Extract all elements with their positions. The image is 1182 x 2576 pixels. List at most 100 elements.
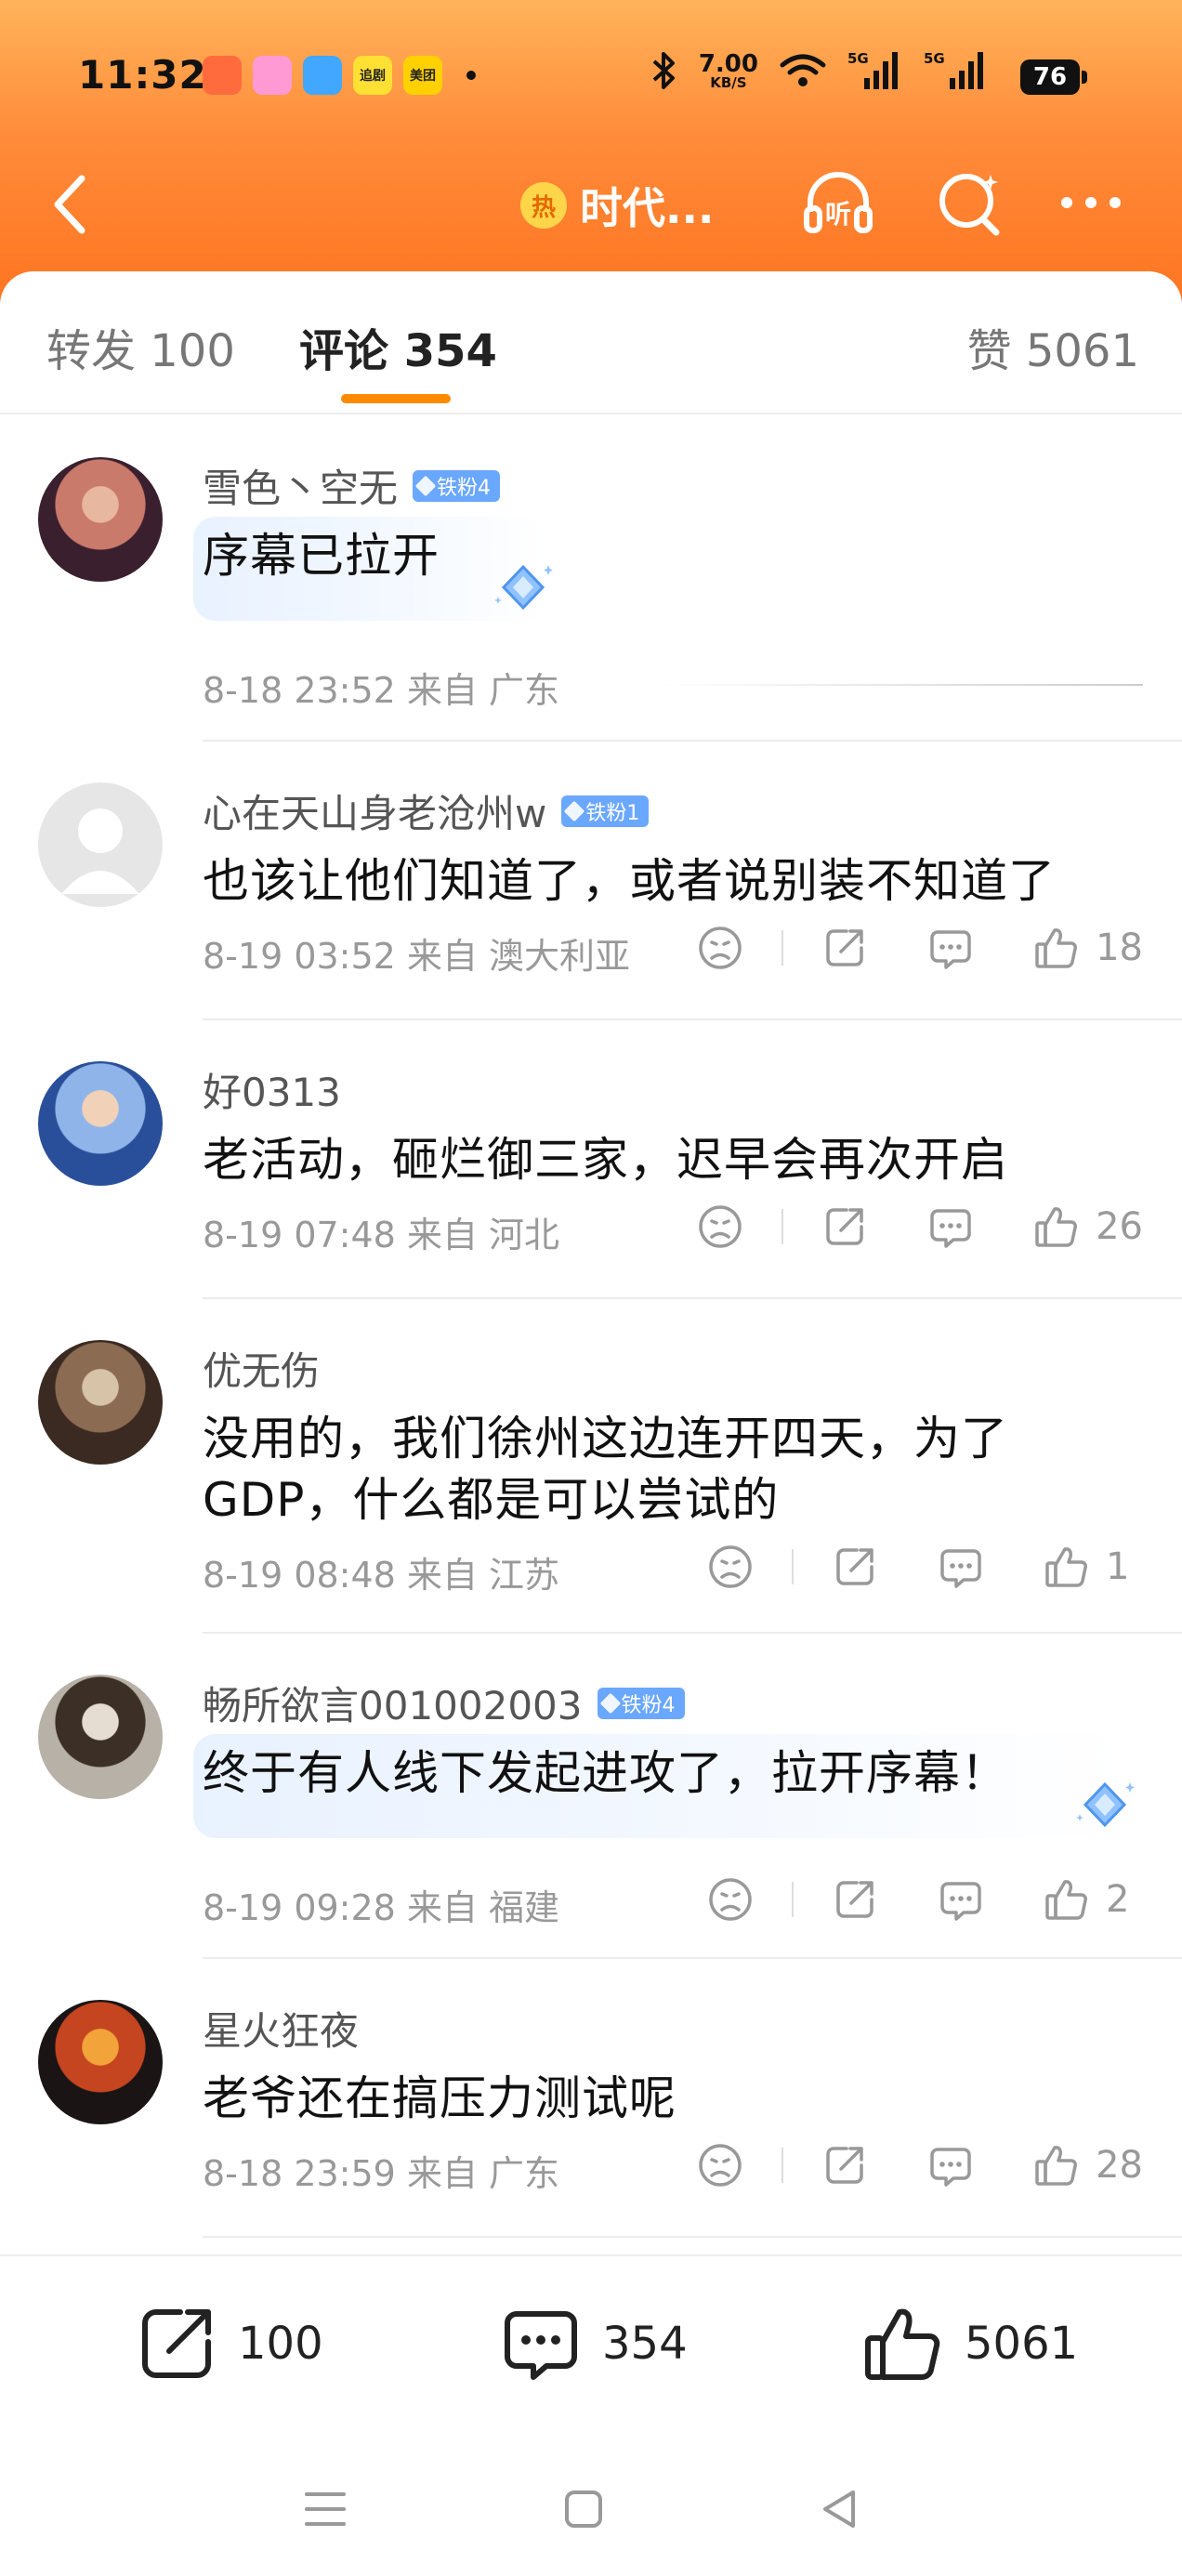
signal-1-icon: 5G [847,50,900,91]
comment-time: 8-19 07:48 [203,1215,396,1255]
fan-badge-label: 铁粉1 [585,801,640,825]
battery-indicator: 76 [1020,59,1087,95]
action-separator [792,1549,794,1584]
status-time: 11:32 [78,52,207,98]
avatar[interactable] [38,1675,163,1799]
fan-badge-label: 铁粉4 [621,1693,676,1717]
comment-like-count: 1 [1106,1545,1130,1588]
comment-item[interactable]: 好0313 老活动，砸烂御三家，迟早会再次开启 8-19 07:48 来自 河北 26 [38,1020,1182,1299]
topic-title[interactable]: 热 时代... [520,175,714,236]
comment-location: 来自 河北 [406,1215,560,1255]
dislike-face-icon[interactable] [696,1203,744,1251]
comment-header: 星火狂夜 [203,2000,359,2057]
thumbs-up-icon[interactable] [1043,1543,1091,1591]
comment-item[interactable]: 畅所欲言001002003 铁粉4 终于有人线下发起进攻了，拉开序幕！ 8-19 09… [38,1634,1182,1959]
thumbs-up-icon[interactable] [1032,1203,1081,1251]
avatar[interactable] [38,1061,163,1186]
comment-item[interactable]: 优无伤 没用的，我们徐州这边连开四天，为了 GDP，什么都是可以尝试的 8-19 08… [38,1299,1182,1634]
back-triangle-icon[interactable] [814,2483,866,2535]
app-icon-4: 追剧 [353,56,392,95]
username[interactable]: 好0313 [203,1061,341,1118]
repost-button[interactable]: 100 [132,2299,323,2388]
comment-item[interactable]: 心在天山身老沧州w 铁粉1 也该让他们知道了，或者说别装不知道了 8-19 03:52… [38,742,1182,1020]
avatar[interactable] [38,1340,163,1465]
comment-location: 来自 澳大利亚 [406,936,631,977]
repost-count: 100 [238,2318,323,2370]
like-count: 5061 [965,2318,1079,2370]
comment-header: 好0313 [203,1061,341,1118]
comment-actions: 28 [696,2141,1143,2189]
dislike-face-icon[interactable] [706,1543,755,1591]
comment-text: GDP，什么都是可以尝试的 [203,1473,780,1527]
tab-comments[interactable]: 评论 354 [299,314,497,379]
thumbs-up-icon[interactable] [1043,1875,1091,1924]
comment-actions: 1 [706,1543,1143,1591]
wifi-icon [780,54,826,86]
fan-badge: 铁粉4 [413,469,501,502]
comment-text: 也该让他们知道了，或者说别装不知道了 [203,854,1056,908]
comment-icon [505,2311,577,2380]
more-notifications-dot [466,71,476,80]
comment-icon[interactable] [926,2141,975,2189]
share-icon[interactable] [831,1875,879,1924]
comment-icon[interactable] [937,1875,985,1924]
fan-badge: 铁粉4 [597,1687,685,1719]
comment-location: 来自 广东 [406,670,560,711]
search-icon[interactable] [933,165,1007,240]
content-card: 转发 100 评论 354 赞 5061 雪色丶空无 铁粉4 序幕已拉开 8-18 2… [0,271,1182,2576]
system-nav-bar [0,2435,1182,2576]
thumbs-up-icon[interactable] [1032,2141,1081,2189]
share-icon [142,2309,211,2378]
comment-meta: 8-19 07:48 来自 河北 [203,1206,559,1257]
comment-meta: 8-19 03:52 来自 澳大利亚 [203,927,630,979]
dislike-face-icon[interactable] [696,2141,744,2189]
comment-icon[interactable] [926,924,975,972]
back-arrow-icon[interactable] [41,169,106,240]
comment-item[interactable]: 雪色丶空无 铁粉4 序幕已拉开 8-18 23:52 来自 广东 [38,416,1182,742]
tab-reposts[interactable]: 转发 100 [46,314,235,379]
active-tab-indicator [341,394,451,403]
app-icon-1 [203,56,242,95]
avatar[interactable] [38,457,163,582]
like-button[interactable]: 5061 [859,2299,1078,2388]
username[interactable]: 优无伤 [203,1340,320,1397]
app-icon-3 [303,56,342,95]
menu-icon[interactable] [299,2483,351,2535]
thumbs-up-icon [865,2308,940,2380]
share-icon[interactable] [821,1203,869,1251]
app-icon-2 [253,56,292,95]
avatar[interactable] [38,2000,163,2124]
comment-text: 序幕已拉开 [203,529,440,583]
username[interactable]: 畅所欲言001002003 [203,1675,583,1731]
comment-icon[interactable] [937,1543,985,1591]
username[interactable]: 心在天山身老沧州w [203,782,546,839]
share-icon[interactable] [821,2141,869,2189]
more-icon[interactable] [1054,165,1128,240]
headphones-icon[interactable]: 听 [801,165,875,240]
share-icon[interactable] [831,1543,879,1591]
diamond-icon [599,1692,621,1714]
comment-button[interactable]: 354 [496,2299,688,2388]
dislike-face-icon[interactable] [706,1875,755,1924]
status-indicators: 7.00 KB/S 5G 5G [650,50,1080,91]
username[interactable]: 雪色丶空无 [203,457,398,514]
svg-text:听: 听 [825,199,851,230]
comment-actions: 26 [696,1203,1143,1251]
dislike-face-icon[interactable] [696,924,744,972]
comment-text: 终于有人线下发起进攻了，拉开序幕！ [203,1746,1008,1800]
home-icon[interactable] [558,2483,610,2535]
comment-item[interactable]: 星火狂夜 老爷还在搞压力测试呢 8-18 23:59 来自 广东 28 [38,1959,1182,2238]
thumbs-up-icon[interactable] [1032,924,1081,972]
comment-time: 8-19 09:28 [203,1887,396,1928]
tab-bar: 转发 100 评论 354 赞 5061 [0,271,1182,414]
comment-icon[interactable] [926,1203,975,1251]
tab-likes[interactable]: 赞 5061 [967,314,1139,379]
username[interactable]: 星火狂夜 [203,2000,359,2057]
hot-badge-icon: 热 [520,182,567,229]
comment-text: 老活动，砸烂御三家，迟早会再次开启 [203,1133,1008,1187]
avatar[interactable] [38,782,163,907]
comment-time: 8-18 23:59 [203,2153,396,2194]
signal-2-icon: 5G [920,50,985,91]
share-icon[interactable] [821,924,869,972]
comment-time: 8-19 03:52 [203,936,396,977]
